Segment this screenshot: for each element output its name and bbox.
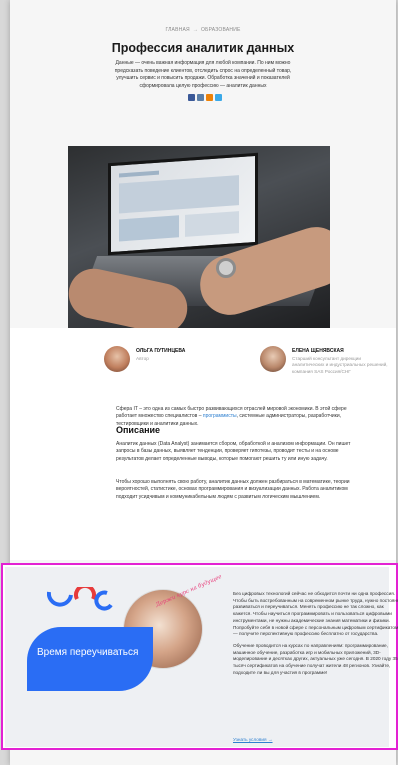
breadcrumb-section-link[interactable]: ОБРАЗОВАНИЕ [201, 27, 241, 33]
promo-paragraph-2: Обучение проводится на курсах по направл… [233, 642, 398, 675]
author-role: Автор [136, 356, 149, 361]
author-name: ОЛЬГА ПУТИНЦЕВА [136, 348, 186, 354]
promo-banner[interactable]: Держи курс на будущее Время переучиватьс… [1, 563, 398, 750]
expert-avatar [260, 346, 286, 372]
vk-share-icon[interactable] [197, 94, 204, 101]
lead-paragraph: Данные — очень важная информация для люб… [114, 60, 292, 89]
watch [216, 258, 236, 278]
laptop-screen [108, 152, 258, 256]
promo-paragraph-1: Без цифровых технологий сейчас не обходи… [233, 591, 398, 637]
learn-conditions-link[interactable]: Узнать условия → [233, 737, 273, 742]
author-card[interactable]: ОЛЬГА ПУТИНЦЕВА Автор [104, 346, 185, 372]
promo-banner-text: Время переучиваться [37, 647, 139, 658]
programmers-link[interactable]: программисты [203, 413, 237, 419]
description-paragraph-1: Аналитик данных (Data Analyst) занимаетс… [116, 441, 351, 462]
section-heading: Описание [116, 425, 161, 435]
promo-bubble: Время переучиваться [27, 627, 153, 691]
breadcrumb: ГЛАВНАЯ → ОБРАЗОВАНИЕ [10, 27, 396, 33]
twitter-share-icon[interactable] [215, 94, 222, 101]
expert-card[interactable]: ЕЛЕНА ЩЕНЯВСКАЯ Старший консультант дире… [260, 346, 392, 375]
author-avatar [104, 346, 130, 372]
program-logo-icon [47, 587, 113, 611]
expert-name: ЕЛЕНА ЩЕНЯВСКАЯ [292, 348, 344, 354]
promo-text: Без цифровых технологий сейчас не обходи… [233, 591, 398, 681]
hero-image [68, 146, 330, 328]
facebook-share-icon[interactable] [188, 94, 195, 101]
page-title: Профессия аналитик данных [111, 41, 295, 55]
bottom-spacer [20, 755, 396, 765]
expert-role: Старший консультант дирекции аналитическ… [292, 356, 388, 374]
ok-share-icon[interactable] [206, 94, 213, 101]
breadcrumb-home-link[interactable]: ГЛАВНАЯ [165, 27, 189, 33]
breadcrumb-separator: → [192, 27, 198, 33]
description-paragraph-2: Чтобы хорошо выполнять свою работу, анал… [116, 479, 350, 500]
share-buttons [188, 94, 222, 101]
promo-inner: Держи курс на будущее Время переучиватьс… [5, 567, 398, 747]
